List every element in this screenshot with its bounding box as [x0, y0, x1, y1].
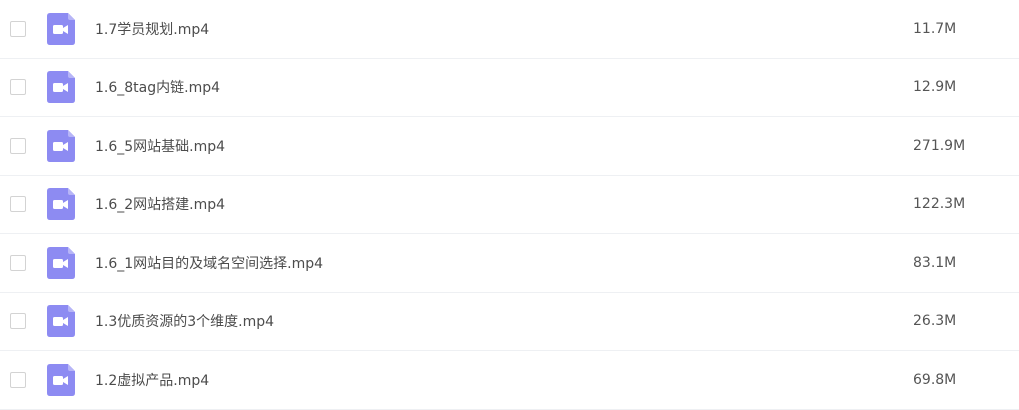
row-checkbox[interactable] — [10, 20, 26, 37]
file-size: 83.1M — [913, 254, 957, 271]
file-row[interactable]: 1.6_8tag内链.mp4 12.9M — [0, 59, 1019, 117]
file-size: 26.3M — [913, 313, 957, 330]
row-checkbox[interactable] — [10, 137, 26, 154]
video-file-icon — [47, 305, 75, 338]
row-checkbox[interactable] — [10, 254, 26, 271]
file-name-link[interactable]: 1.2虚拟产品.mp4 — [95, 370, 209, 390]
file-row[interactable]: 1.7学员规划.mp4 11.7M — [0, 0, 1019, 59]
row-checkbox[interactable] — [10, 79, 26, 96]
video-file-icon — [47, 246, 75, 279]
file-size: 69.8M — [913, 371, 957, 388]
file-size: 12.9M — [913, 79, 957, 96]
video-file-icon — [47, 12, 75, 45]
file-row[interactable]: 1.2虚拟产品.mp4 69.8M — [0, 351, 1019, 410]
row-checkbox[interactable] — [10, 371, 26, 388]
file-name-link[interactable]: 1.6_8tag内链.mp4 — [95, 77, 220, 97]
file-size: 122.3M — [913, 196, 966, 213]
file-name-link[interactable]: 1.6_1网站目的及域名空间选择.mp4 — [95, 253, 323, 273]
file-name-link[interactable]: 1.3优质资源的3个维度.mp4 — [95, 311, 274, 331]
file-size: 11.7M — [913, 20, 957, 37]
file-row[interactable]: 1.3优质资源的3个维度.mp4 26.3M — [0, 293, 1019, 351]
file-name-link[interactable]: 1.6_5网站基础.mp4 — [95, 136, 225, 156]
file-row[interactable]: 1.6_2网站搭建.mp4 122.3M — [0, 176, 1019, 234]
video-file-icon — [47, 188, 75, 221]
row-checkbox[interactable] — [10, 313, 26, 330]
file-row[interactable]: 1.6_1网站目的及域名空间选择.mp4 83.1M — [0, 234, 1019, 293]
file-size: 271.9M — [913, 137, 966, 154]
file-list: 1.7学员规划.mp4 11.7M 1.6_8tag内链.mp4 12.9M 1… — [0, 0, 1019, 410]
video-file-icon — [47, 363, 75, 396]
file-name-link[interactable]: 1.6_2网站搭建.mp4 — [95, 194, 225, 214]
row-checkbox[interactable] — [10, 196, 26, 213]
video-file-icon — [47, 71, 75, 104]
video-file-icon — [47, 129, 75, 162]
file-name-link[interactable]: 1.7学员规划.mp4 — [95, 19, 209, 39]
file-row[interactable]: 1.6_5网站基础.mp4 271.9M — [0, 117, 1019, 176]
